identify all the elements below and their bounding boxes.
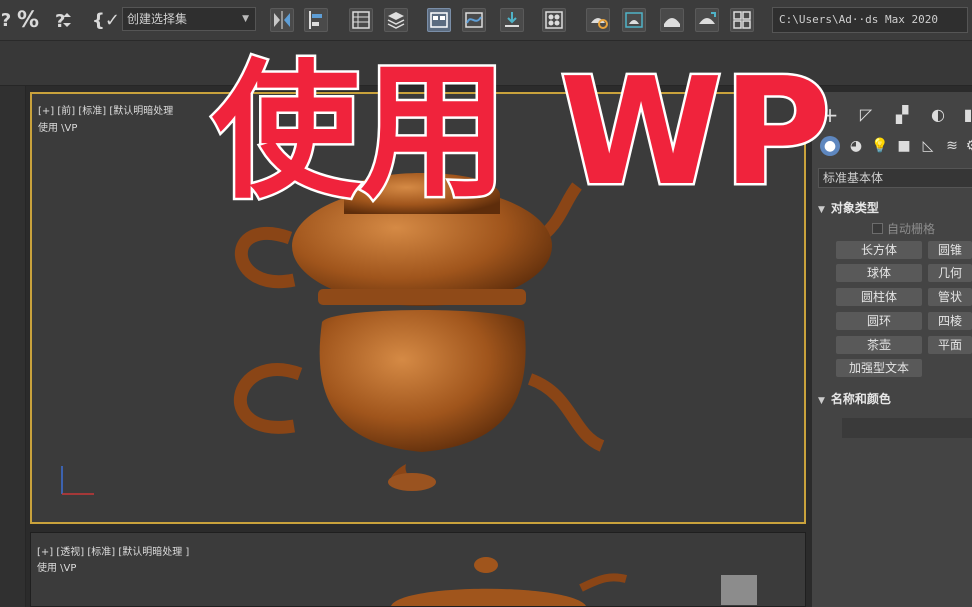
render-setup-icon[interactable] <box>586 8 610 32</box>
selection-set-dropdown[interactable]: 创建选择集 ▼ <box>122 7 256 31</box>
auto-grid-label: 自动栅格 <box>887 222 936 236</box>
viewcube-icon[interactable] <box>721 575 757 605</box>
left-scene-strip <box>0 86 26 607</box>
object-name-field[interactable] <box>842 418 972 438</box>
systems-icon[interactable]: ⚙ <box>962 136 972 156</box>
space-warps-icon[interactable]: ≋ <box>942 136 962 156</box>
chevron-down-icon: ▼ <box>242 14 249 24</box>
helpers-icon[interactable]: ◺ <box>918 136 938 156</box>
edit-named-selection-icon[interactable]: {✓ <box>92 6 120 34</box>
cameras-icon[interactable]: ■ <box>894 136 914 156</box>
plane-button[interactable]: 平面 <box>928 336 972 354</box>
name-and-color-header: 名称和颜色 <box>830 392 891 406</box>
selection-set-label: 创建选择集 <box>127 12 188 26</box>
lower-teapot-spout <box>527 373 605 452</box>
lower-teapot-handle <box>233 363 303 434</box>
torus-button[interactable]: 圆环 <box>836 312 922 330</box>
rendered-frame-window-icon[interactable] <box>622 8 646 32</box>
primitive-category-dropdown[interactable]: 标准基本体 <box>818 168 972 188</box>
layer-explorer-icon[interactable] <box>384 8 408 32</box>
sphere-button[interactable]: 球体 <box>836 264 922 282</box>
tube-button[interactable]: 管状 <box>928 288 972 306</box>
cone-button[interactable]: 圆锥 <box>928 241 972 259</box>
viewport-perspective[interactable]: [+] [透视] [标准] [默认明暗处理 ] 使用 \VP <box>30 532 806 607</box>
command-panel-tabs: + ◸ ▞ ◐ ▮ <box>812 100 972 128</box>
pyramid-button[interactable]: 四棱 <box>928 312 972 330</box>
svg-text:?: ? <box>55 11 65 32</box>
motion-tab-icon[interactable]: ◐ <box>926 104 950 126</box>
render-in-cloud-icon[interactable] <box>730 8 754 32</box>
project-path-dropdown[interactable]: C:\Users\Ad··ds Max 2020 <box>772 7 968 33</box>
material-editor-icon[interactable] <box>542 8 566 32</box>
primitive-category-label: 标准基本体 <box>823 171 884 185</box>
lower-teapot-knob-base <box>388 473 436 491</box>
perspective-teapot <box>391 557 757 606</box>
curve-editor-icon[interactable] <box>462 8 486 32</box>
spinner-snap-icon[interactable]: ? <box>48 6 76 34</box>
object-type-rollout[interactable]: ▼ 对象类型 <box>818 199 972 216</box>
overlay-caption: 使用 WP <box>209 46 833 218</box>
teapot-button[interactable]: 茶壶 <box>836 336 922 354</box>
name-and-color-rollout[interactable]: ▼ 名称和颜色 <box>818 390 972 407</box>
schematic-view-icon[interactable] <box>500 8 524 32</box>
render-production-icon[interactable] <box>660 8 684 32</box>
object-type-header: 对象类型 <box>830 201 879 215</box>
modify-tab-icon[interactable]: ◸ <box>854 104 878 126</box>
geosphere-button[interactable]: 几何 <box>928 264 972 282</box>
shapes-icon[interactable]: ◕ <box>846 136 866 156</box>
cylinder-button[interactable]: 圆柱体 <box>836 288 922 306</box>
mirror-icon[interactable] <box>270 8 294 32</box>
help-icon[interactable]: ? <box>0 6 12 34</box>
text-plus-button[interactable]: 加强型文本 <box>836 359 922 377</box>
auto-grid-checkbox[interactable]: 自动栅格 <box>872 220 935 237</box>
collapse-triangle-icon: ▼ <box>818 396 825 406</box>
align-icon[interactable] <box>304 8 328 32</box>
render-activeshade-icon[interactable] <box>695 8 719 32</box>
upper-teapot-handle <box>234 227 296 289</box>
project-path-label: C:\Users\Ad··ds Max 2020 <box>779 13 938 26</box>
ribbon-toggle-icon[interactable] <box>427 8 451 32</box>
display-tab-icon[interactable]: ▮ <box>956 104 972 126</box>
command-panel: + ◸ ▞ ◐ ▮ ● ◕ 💡 ■ ◺ ≋ ⚙ 标准基本体 ▼对象类型 自动栅格… <box>812 92 972 607</box>
lights-icon[interactable]: 💡 <box>870 136 890 156</box>
hierarchy-tab-icon[interactable]: ▞ <box>890 104 914 126</box>
percent-snap-icon[interactable]: % <box>14 6 42 34</box>
box-button[interactable]: 长方体 <box>836 241 922 259</box>
checkbox-icon <box>872 223 883 234</box>
main-toolbar: ? % ? {✓ 创建选择集 ▼ C:\Users\Ad··ds Max 202… <box>0 0 972 41</box>
lower-teapot-body <box>319 310 526 452</box>
upper-teapot-base <box>318 289 526 305</box>
create-category-row: ● ◕ 💡 ■ ◺ ≋ ⚙ <box>812 132 972 158</box>
scene-explorer-icon[interactable] <box>349 8 373 32</box>
